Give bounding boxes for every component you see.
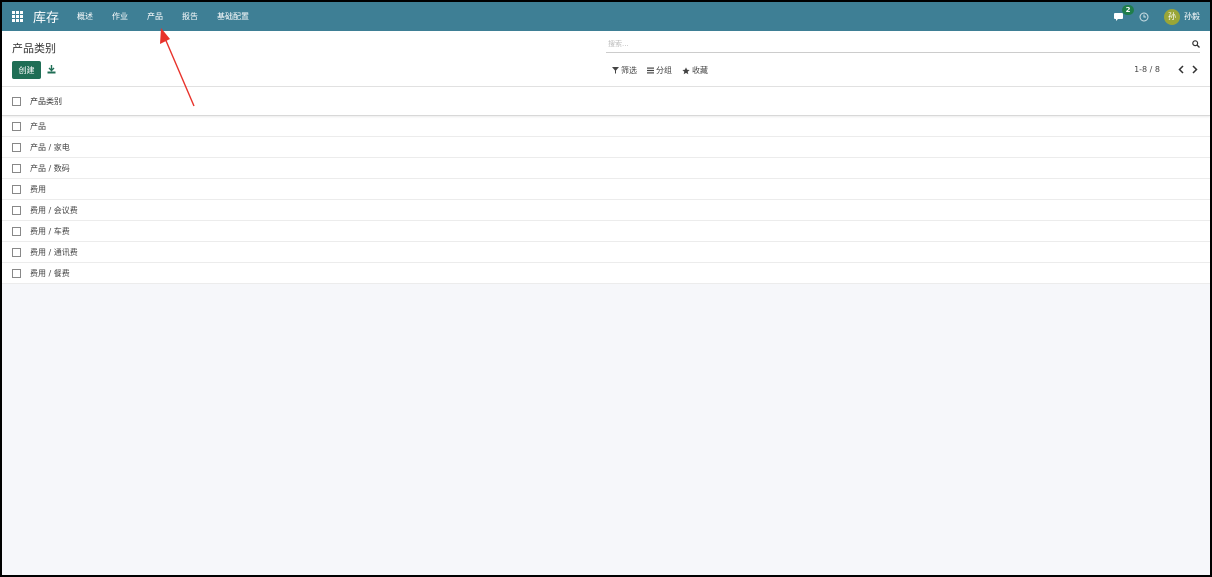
- menu-overview[interactable]: 概述: [77, 11, 93, 22]
- search-bar: [606, 36, 1200, 53]
- favorites-label: 收藏: [692, 66, 708, 75]
- column-header-category[interactable]: 产品类别: [30, 96, 62, 107]
- activity-clock-icon[interactable]: [1139, 12, 1149, 22]
- row-checkbox[interactable]: [12, 163, 21, 173]
- menu-reporting[interactable]: 报告: [182, 11, 198, 22]
- filter-label: 筛选: [621, 66, 637, 75]
- category-name: 产品 / 数码: [30, 163, 70, 173]
- category-name: 费用 / 车费: [30, 226, 70, 236]
- favorites-dropdown[interactable]: 收藏: [682, 65, 708, 76]
- pager: 1-8 / 8: [1134, 65, 1198, 74]
- menu-operations[interactable]: 作业: [112, 11, 128, 22]
- table-row[interactable]: 产品: [2, 116, 1210, 137]
- category-name: 费用 / 通讯费: [30, 247, 78, 257]
- filter-dropdown[interactable]: 筛选: [612, 65, 637, 76]
- groupby-dropdown[interactable]: 分组: [647, 65, 672, 76]
- list-icon: [647, 67, 654, 74]
- avatar[interactable]: 孙: [1164, 8, 1180, 25]
- row-checkbox[interactable]: [12, 247, 21, 257]
- category-name: 费用 / 餐费: [30, 268, 70, 278]
- pager-next-icon[interactable]: [1192, 65, 1198, 74]
- search-input[interactable]: [606, 40, 1192, 48]
- row-checkbox[interactable]: [12, 121, 21, 131]
- row-checkbox[interactable]: [12, 142, 21, 152]
- app-title[interactable]: 库存: [33, 7, 59, 26]
- search-options: 筛选 分组 收藏: [612, 65, 718, 76]
- create-button[interactable]: 创建: [12, 61, 41, 79]
- table-row[interactable]: 费用 / 会议费: [2, 200, 1210, 221]
- app-window: 库存 概述 作业 产品 报告 基础配置 2 孙 孙毅 产品类别 创建 搜索...…: [0, 0, 1212, 577]
- row-checkbox[interactable]: [12, 226, 21, 236]
- navbar-systray: 2 孙 孙毅: [1114, 4, 1200, 25]
- table-row[interactable]: 产品 / 数码: [2, 158, 1210, 179]
- apps-menu-icon[interactable]: [12, 11, 23, 22]
- menu-products[interactable]: 产品: [147, 11, 163, 22]
- table-row[interactable]: 产品 / 家电: [2, 137, 1210, 158]
- category-name: 产品: [30, 121, 46, 131]
- pager-previous-icon[interactable]: [1178, 65, 1184, 74]
- chat-count-badge: 2: [1122, 4, 1134, 15]
- chat-icon[interactable]: 2: [1114, 4, 1134, 22]
- groupby-label: 分组: [656, 66, 672, 75]
- table-row[interactable]: 费用 / 车费: [2, 221, 1210, 242]
- user-name[interactable]: 孙毅: [1184, 11, 1200, 22]
- category-name: 费用: [30, 184, 46, 194]
- annotation-arrow: [160, 28, 195, 107]
- row-checkbox[interactable]: [12, 205, 21, 215]
- list-view: 产品类别 产品 产品 / 家电 产品 / 数码 费用 费用 / 会议费 费用 /…: [2, 87, 1210, 284]
- category-name: 产品 / 家电: [30, 142, 70, 152]
- download-icon[interactable]: [47, 65, 56, 74]
- table-row[interactable]: 费用 / 餐费: [2, 263, 1210, 284]
- select-all-checkbox[interactable]: [12, 96, 21, 106]
- table-row[interactable]: 费用: [2, 179, 1210, 200]
- filter-icon: [612, 67, 619, 74]
- page-title: 产品类别: [12, 42, 56, 55]
- table-row[interactable]: 费用 / 通讯费: [2, 242, 1210, 263]
- star-icon: [682, 66, 690, 74]
- pager-value[interactable]: 1-8 / 8: [1134, 65, 1160, 74]
- category-name: 费用 / 会议费: [30, 205, 78, 215]
- search-icon[interactable]: [1192, 40, 1200, 48]
- menu-configuration[interactable]: 基础配置: [217, 11, 249, 22]
- row-checkbox[interactable]: [12, 184, 21, 194]
- row-checkbox[interactable]: [12, 268, 21, 278]
